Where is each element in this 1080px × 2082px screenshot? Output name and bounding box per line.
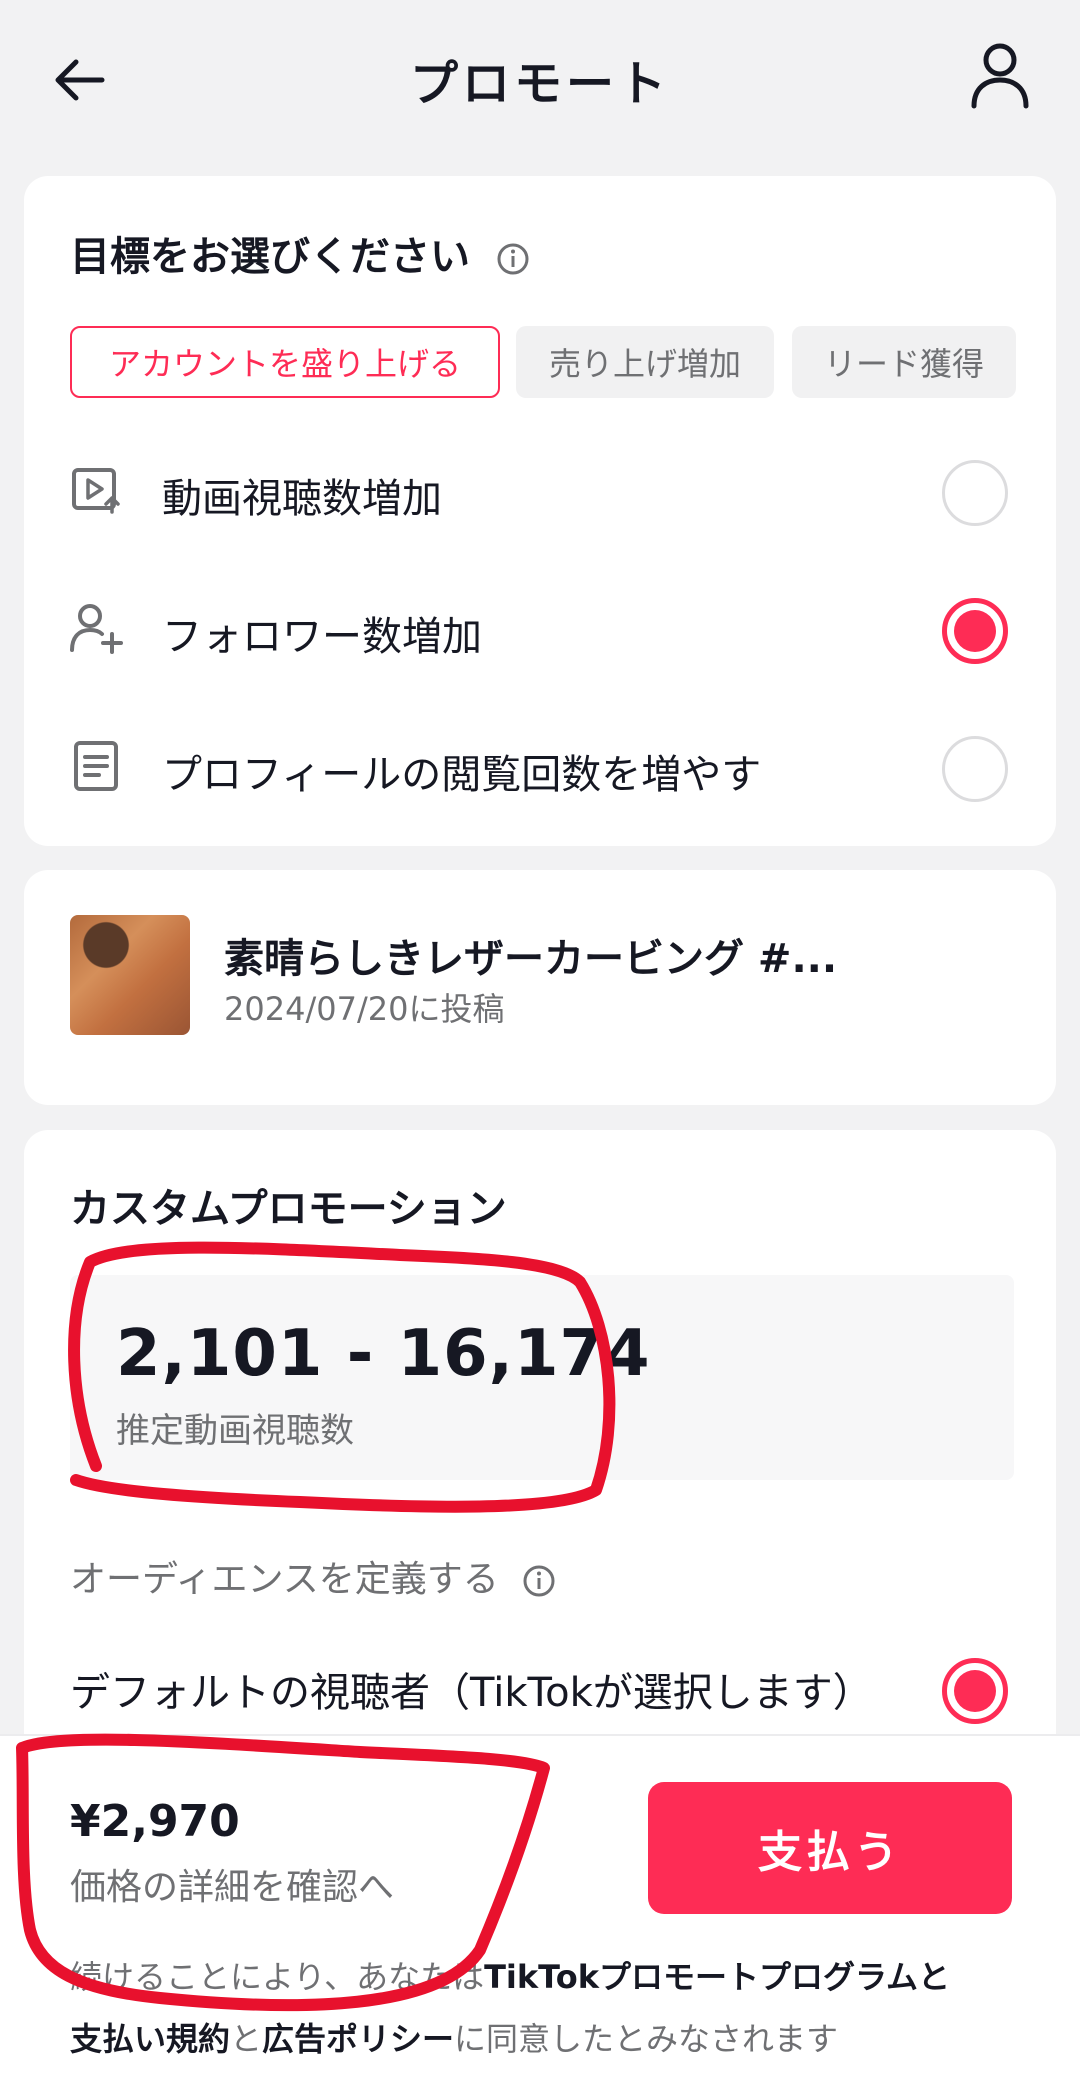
chip-lead-generation[interactable]: リード獲得 [792,326,1016,398]
terms-text-3: に同意したとみなされます [454,2020,839,2058]
terms-text-2: と [230,2020,263,2058]
video-card[interactable]: 素晴らしきレザーカービング #... 2024/07/20に投稿 [24,870,1056,1105]
option-label: プロフィールの閲覧回数を増やす [162,752,762,798]
video-date: 2024/07/20に投稿 [224,990,505,1028]
radio-button[interactable] [942,460,1008,526]
promote-program-link[interactable]: TikTokプロモートプログラムと [484,1958,950,1996]
terms-text: 続けることにより、あなたはTikTokプロモートプログラムと支払い規約と広告ポリ… [70,1946,1030,2070]
estimate-label: 推定動画視聴数 [116,1411,354,1451]
payment-footer: ¥2,970 価格の詳細を確認へ 支払う 続けることにより、あなたはTikTok… [0,1734,1080,2082]
option-profile-views[interactable]: プロフィールの閲覧回数を増やす [24,706,1056,826]
estimate-value: 2,101 - 16,174 [116,1317,651,1391]
audience-radio-selected[interactable] [942,1658,1008,1724]
option-video-views[interactable]: 動画視聴数増加 [24,430,1056,550]
person-icon [971,43,1029,109]
info-icon[interactable] [496,242,530,276]
profile-document-icon [68,738,124,794]
goal-card: 目標をお選びください アカウントを盛り上げる 売り上げ増加 リード獲得 動画視聴… [24,176,1056,846]
video-views-icon [68,462,124,518]
option-label: フォロワー数増加 [162,614,482,660]
add-follower-icon [68,600,124,656]
price-total: ¥2,970 [70,1796,240,1847]
radio-button[interactable] [942,736,1008,802]
radio-button-selected[interactable] [942,598,1008,664]
account-button[interactable] [960,36,1040,116]
audience-option-default[interactable]: デフォルトの視聴者（TikTokが選択します） [70,1660,873,1718]
header: プロモート [0,0,1080,150]
terms-text-1: 続けることにより、あなたは [70,1958,485,1996]
payment-terms-link[interactable]: 支払い規約 [70,2020,230,2058]
goal-title: 目標をお選びください [70,224,530,282]
price-detail-link[interactable]: 価格の詳細を確認へ [70,1858,394,1910]
audience-title: オーディエンスを定義する [70,1550,556,1602]
goal-title-text: 目標をお選びください [70,234,470,280]
ad-policy-link[interactable]: 広告ポリシー [262,2020,454,2058]
video-title: 素晴らしきレザーカービング #... [224,936,838,982]
custom-promotion-title: カスタムプロモーション [70,1186,507,1232]
page-title: プロモート [409,56,670,112]
estimate-box: 2,101 - 16,174 推定動画視聴数 [70,1275,1014,1480]
pay-button[interactable]: 支払う [648,1782,1012,1914]
audience-title-text: オーディエンスを定義する [70,1559,499,1600]
option-label: 動画視聴数増加 [162,476,442,522]
chip-boost-account[interactable]: アカウントを盛り上げる [70,326,500,398]
chip-increase-sales[interactable]: 売り上げ増加 [516,326,774,398]
option-followers[interactable]: フォロワー数増加 [24,568,1056,688]
info-icon[interactable] [522,1564,556,1598]
video-thumbnail [70,915,190,1035]
